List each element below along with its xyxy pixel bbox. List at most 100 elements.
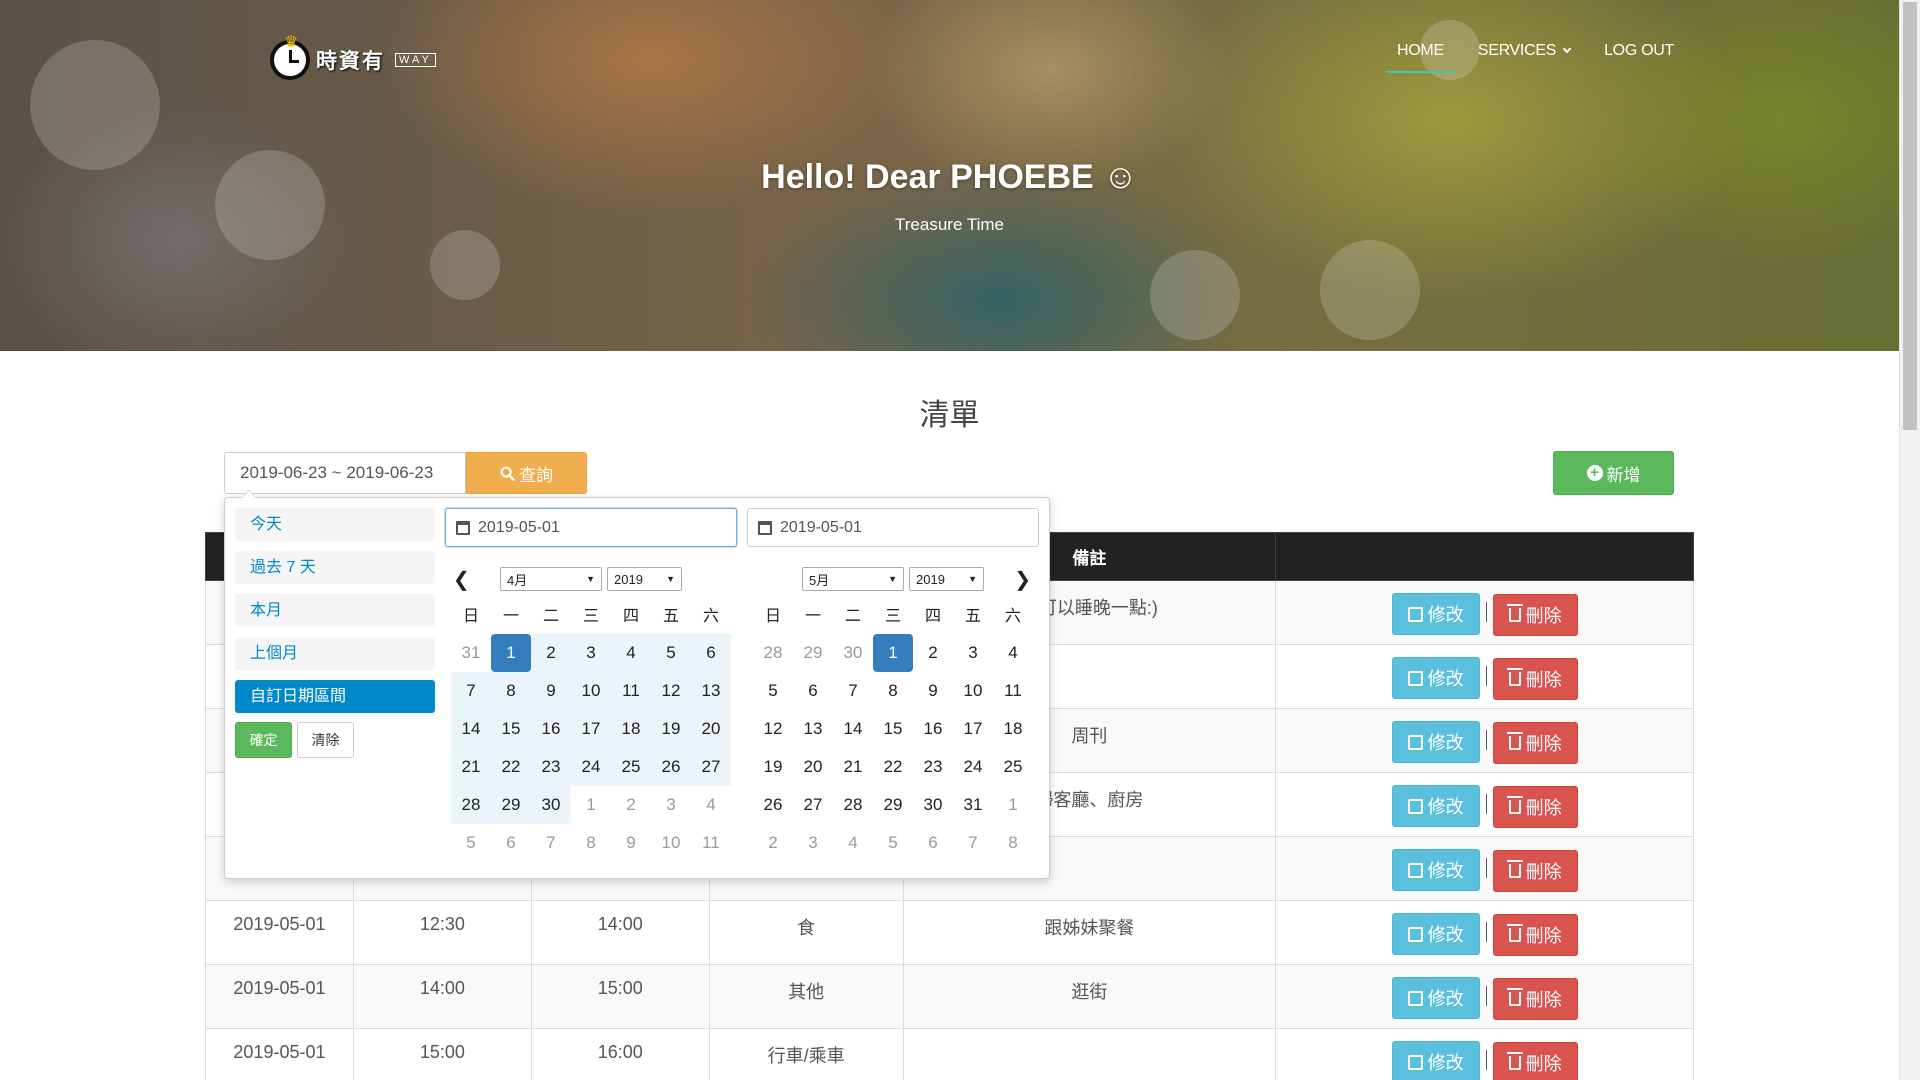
- edit-button[interactable]: 修改: [1391, 721, 1480, 763]
- calendar-day[interactable]: 16: [531, 710, 571, 748]
- calendar-day[interactable]: 30: [913, 786, 953, 824]
- calendar-day[interactable]: 11: [691, 824, 731, 862]
- calendar-day[interactable]: 12: [753, 710, 793, 748]
- calendar-day[interactable]: 30: [531, 786, 571, 824]
- start-date-input[interactable]: 2019-05-01: [445, 508, 737, 547]
- calendar-day[interactable]: 30: [833, 634, 873, 672]
- calendar-day[interactable]: 21: [833, 748, 873, 786]
- calendar-day[interactable]: 9: [913, 672, 953, 710]
- year-select-right[interactable]: 2019 ▼: [909, 567, 984, 591]
- calendar-day[interactable]: 16: [913, 710, 953, 748]
- range-item[interactable]: 本月: [235, 594, 435, 627]
- calendar-day[interactable]: 10: [953, 672, 993, 710]
- calendar-day[interactable]: 17: [953, 710, 993, 748]
- edit-button[interactable]: 修改: [1391, 657, 1480, 699]
- calendar-day[interactable]: 19: [651, 710, 691, 748]
- prev-month-icon[interactable]: ❮: [453, 567, 470, 592]
- calendar-day[interactable]: 1: [571, 786, 611, 824]
- calendar-day[interactable]: 6: [793, 672, 833, 710]
- calendar-day[interactable]: 27: [793, 786, 833, 824]
- calendar-day[interactable]: 21: [451, 748, 491, 786]
- calendar-day[interactable]: 23: [531, 748, 571, 786]
- delete-button[interactable]: 刪除: [1492, 657, 1578, 700]
- calendar-day[interactable]: 23: [913, 748, 953, 786]
- calendar-day[interactable]: 26: [753, 786, 793, 824]
- calendar-day[interactable]: 18: [993, 710, 1033, 748]
- calendar-day[interactable]: 11: [993, 672, 1033, 710]
- range-item[interactable]: 今天: [235, 508, 435, 541]
- calendar-day[interactable]: 1: [491, 634, 531, 672]
- calendar-day[interactable]: 7: [531, 824, 571, 862]
- calendar-day[interactable]: 13: [793, 710, 833, 748]
- delete-button[interactable]: 刪除: [1492, 1041, 1578, 1080]
- year-select-left[interactable]: 2019 ▼: [607, 567, 682, 591]
- query-button[interactable]: 查詢: [466, 452, 587, 494]
- calendar-day[interactable]: 6: [913, 824, 953, 862]
- end-date-input[interactable]: 2019-05-01: [747, 508, 1039, 547]
- calendar-day[interactable]: 7: [451, 672, 491, 710]
- calendar-day[interactable]: 8: [491, 672, 531, 710]
- month-select-right[interactable]: 5月 ▼: [802, 567, 904, 591]
- nav-services[interactable]: SERVICES: [1467, 38, 1581, 76]
- calendar-day[interactable]: 6: [691, 634, 731, 672]
- calendar-day[interactable]: 14: [451, 710, 491, 748]
- site-logo[interactable]: ♛ 時資有 WAY: [270, 34, 436, 80]
- edit-button[interactable]: 修改: [1391, 593, 1480, 635]
- edit-button[interactable]: 修改: [1391, 977, 1480, 1019]
- edit-button[interactable]: 修改: [1391, 913, 1480, 955]
- delete-button[interactable]: 刪除: [1492, 721, 1578, 764]
- calendar-day[interactable]: 1: [873, 634, 913, 672]
- calendar-day[interactable]: 10: [571, 672, 611, 710]
- calendar-day[interactable]: 10: [651, 824, 691, 862]
- calendar-day[interactable]: 28: [753, 634, 793, 672]
- calendar-day[interactable]: 5: [651, 634, 691, 672]
- calendar-day[interactable]: 4: [691, 786, 731, 824]
- calendar-day[interactable]: 28: [451, 786, 491, 824]
- calendar-day[interactable]: 29: [491, 786, 531, 824]
- delete-button[interactable]: 刪除: [1492, 593, 1578, 636]
- scrollbar-thumb[interactable]: [1903, 2, 1917, 430]
- edit-button[interactable]: 修改: [1391, 1041, 1480, 1080]
- calendar-day[interactable]: 29: [793, 634, 833, 672]
- add-button[interactable]: + 新增: [1553, 451, 1674, 495]
- delete-button[interactable]: 刪除: [1492, 977, 1578, 1020]
- calendar-day[interactable]: 6: [491, 824, 531, 862]
- calendar-day[interactable]: 8: [571, 824, 611, 862]
- clear-button[interactable]: 清除: [297, 722, 354, 758]
- month-select-left[interactable]: 4月 ▼: [500, 567, 602, 591]
- calendar-day[interactable]: 8: [993, 824, 1033, 862]
- apply-button[interactable]: 確定: [235, 722, 292, 758]
- range-item[interactable]: 自訂日期區間: [235, 680, 435, 713]
- calendar-day[interactable]: 24: [953, 748, 993, 786]
- delete-button[interactable]: 刪除: [1492, 913, 1578, 956]
- calendar-day[interactable]: 4: [611, 634, 651, 672]
- calendar-day[interactable]: 15: [491, 710, 531, 748]
- page-scrollbar[interactable]: [1899, 0, 1920, 1080]
- calendar-day[interactable]: 3: [571, 634, 611, 672]
- calendar-day[interactable]: 22: [491, 748, 531, 786]
- calendar-day[interactable]: 2: [753, 824, 793, 862]
- calendar-day[interactable]: 13: [691, 672, 731, 710]
- calendar-day[interactable]: 14: [833, 710, 873, 748]
- calendar-day[interactable]: 12: [651, 672, 691, 710]
- edit-button[interactable]: 修改: [1391, 785, 1480, 827]
- delete-button[interactable]: 刪除: [1492, 785, 1578, 828]
- calendar-day[interactable]: 27: [691, 748, 731, 786]
- calendar-day[interactable]: 22: [873, 748, 913, 786]
- calendar-day[interactable]: 3: [793, 824, 833, 862]
- calendar-day[interactable]: 31: [953, 786, 993, 824]
- calendar-day[interactable]: 25: [993, 748, 1033, 786]
- calendar-day[interactable]: 2: [531, 634, 571, 672]
- calendar-day[interactable]: 5: [753, 672, 793, 710]
- calendar-day[interactable]: 28: [833, 786, 873, 824]
- calendar-day[interactable]: 9: [611, 824, 651, 862]
- date-range-input[interactable]: 2019-06-23 ~ 2019-06-23: [224, 452, 466, 494]
- calendar-day[interactable]: 3: [651, 786, 691, 824]
- calendar-day[interactable]: 17: [571, 710, 611, 748]
- range-item[interactable]: 上個月: [235, 637, 435, 670]
- calendar-day[interactable]: 11: [611, 672, 651, 710]
- calendar-day[interactable]: 8: [873, 672, 913, 710]
- calendar-day[interactable]: 31: [451, 634, 491, 672]
- next-month-icon[interactable]: ❯: [1014, 567, 1031, 592]
- calendar-day[interactable]: 9: [531, 672, 571, 710]
